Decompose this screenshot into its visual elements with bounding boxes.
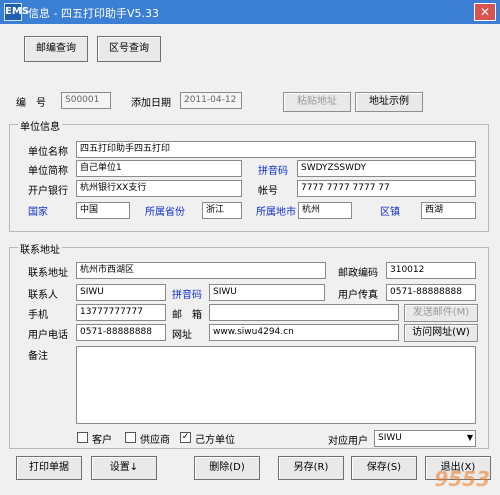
area-code-query-button[interactable]: 区号查询	[97, 36, 161, 62]
supplier-checkbox[interactable]	[125, 432, 136, 443]
close-icon[interactable]: ✕	[474, 3, 496, 21]
unit-short-field[interactable]: 自己单位1	[76, 160, 242, 177]
email-label: 邮 箱	[172, 310, 202, 321]
code-label: 编 号	[16, 98, 46, 109]
contact-pinyin-field[interactable]: SIWU	[209, 284, 325, 301]
user-select[interactable]: SIWU ▼	[374, 430, 476, 447]
website-label: 网址	[172, 330, 192, 341]
save-button[interactable]: 保存(S)	[351, 456, 417, 480]
remark-field[interactable]	[76, 346, 476, 424]
unit-pinyin-label: 拼音码	[258, 166, 288, 177]
website-field[interactable]: www.siwu4294.cn	[209, 324, 399, 341]
settings-button[interactable]: 设置↓	[91, 456, 157, 480]
window-title: 信息 - 四五打印助手V5.33	[28, 7, 159, 20]
own-unit-label: 己方单位	[195, 435, 235, 446]
customer-label: 客户	[92, 435, 112, 446]
city-field[interactable]: 杭州	[298, 202, 352, 219]
province-label: 所属省份	[145, 207, 185, 218]
watermark-logo: 9553	[434, 467, 490, 491]
address-field[interactable]: 杭州市西湖区	[76, 262, 326, 279]
own-unit-checkbox[interactable]: ✓	[180, 432, 191, 443]
contact-title: 联系地址	[18, 241, 62, 256]
district-field[interactable]: 西湖	[421, 202, 476, 219]
unit-name-field[interactable]: 四五打印助手四五打印	[76, 141, 476, 158]
send-mail-button[interactable]: 发送邮件(M)	[404, 304, 478, 322]
unit-short-label: 单位简称	[28, 166, 68, 177]
fax-field[interactable]: 0571-88888888	[386, 284, 476, 301]
code-field[interactable]: S00001	[61, 92, 111, 109]
customer-checkbox[interactable]	[77, 432, 88, 443]
phone-field[interactable]: 0571-88888888	[76, 324, 166, 341]
address-example-button[interactable]: 地址示例	[355, 92, 423, 112]
zip-field[interactable]: 310012	[386, 262, 476, 279]
remark-label: 备注	[28, 351, 48, 362]
save-as-button[interactable]: 另存(R)	[278, 456, 344, 480]
date-field[interactable]: 2011-04-12	[180, 92, 242, 109]
user-select-value: SIWU	[378, 433, 402, 443]
country-label: 国家	[28, 207, 48, 218]
mobile-field[interactable]: 13777777777	[76, 304, 166, 321]
title-bar: EMS 信息 - 四五打印助手V5.33 ✕	[0, 0, 500, 24]
delete-button[interactable]: 删除(D)	[194, 456, 260, 480]
chevron-down-icon: ▼	[466, 433, 473, 442]
email-field[interactable]	[209, 304, 399, 321]
print-button[interactable]: 打印单据	[16, 456, 82, 480]
postcode-query-button[interactable]: 邮编查询	[24, 36, 88, 62]
province-field[interactable]: 浙江	[202, 202, 242, 219]
address-label: 联系地址	[28, 268, 68, 279]
contact-pinyin-label: 拼音码	[172, 290, 202, 301]
supplier-label: 供应商	[140, 435, 170, 446]
district-label: 区镇	[380, 207, 400, 218]
user-label: 对应用户	[328, 436, 368, 447]
person-label: 联系人	[28, 290, 58, 301]
country-field[interactable]: 中国	[76, 202, 130, 219]
person-field[interactable]: SIWU	[76, 284, 166, 301]
visit-website-button[interactable]: 访问网址(W)	[404, 324, 478, 342]
bank-label: 开户银行	[28, 186, 68, 197]
city-label: 所属地市	[256, 207, 296, 218]
bank-field[interactable]: 杭州银行XX支行	[76, 180, 242, 197]
unit-info-title: 单位信息	[18, 118, 62, 133]
paste-address-button[interactable]: 粘贴地址	[283, 92, 351, 112]
zip-label: 邮政编码	[338, 268, 378, 279]
account-field[interactable]: 7777 7777 7777 77	[297, 180, 476, 197]
fax-label: 用户传真	[338, 290, 378, 301]
date-label: 添加日期	[131, 98, 171, 109]
app-icon: EMS	[4, 3, 29, 21]
account-label: 帐号	[258, 186, 278, 197]
unit-name-label: 单位名称	[28, 147, 68, 158]
phone-label: 用户电话	[28, 330, 68, 341]
mobile-label: 手机	[28, 310, 48, 321]
unit-pinyin-field[interactable]: SWDYZSSWDY	[297, 160, 476, 177]
